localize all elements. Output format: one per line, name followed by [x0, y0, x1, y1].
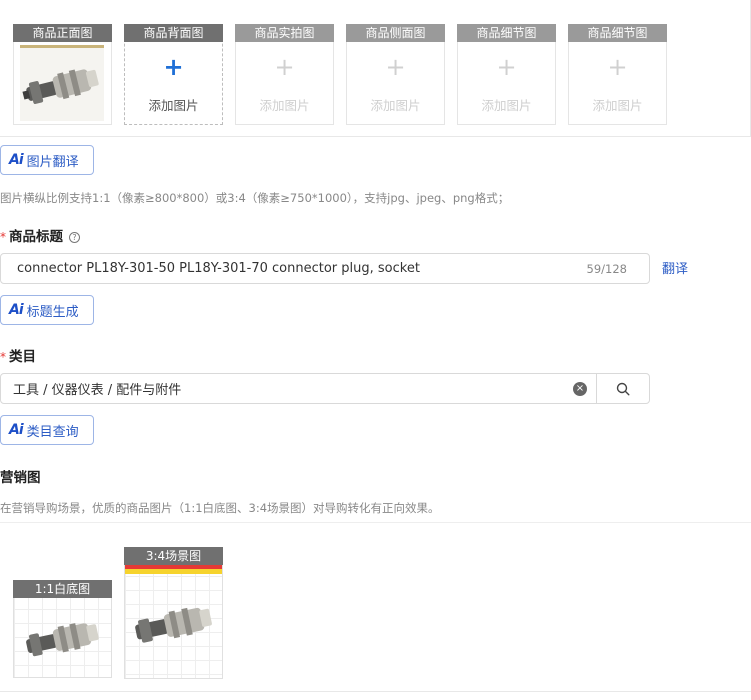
- category-label-text: 类目: [9, 349, 36, 365]
- title-input-value: connector PL18Y-301-50 PL18Y-301-70 conn…: [17, 261, 420, 276]
- ai-category-query-button[interactable]: Ai 类目查询: [0, 415, 94, 445]
- translate-link[interactable]: 翻译: [662, 258, 688, 277]
- slot-label: 商品细节图: [457, 24, 556, 42]
- help-icon[interactable]: ?: [69, 232, 80, 243]
- search-icon: [616, 382, 630, 396]
- add-image-text: 添加图片: [148, 98, 199, 113]
- add-image-text: 添加图片: [481, 98, 532, 113]
- marketing-slot-scene[interactable]: 3:4场景图: [124, 547, 223, 679]
- ai-title-generate-button[interactable]: Ai 标题生成: [0, 295, 94, 325]
- slot-label: 商品正面图: [13, 24, 112, 42]
- slot-label: 商品侧面图: [346, 24, 445, 42]
- category-field-label: * 类目: [0, 345, 36, 365]
- slot-label: 商品细节图: [568, 24, 667, 42]
- plus-icon: +: [274, 53, 295, 81]
- title-field-label: * 商品标题?: [0, 225, 80, 245]
- image-slot-side: 商品侧面图 + 添加图片: [346, 24, 445, 125]
- ai-category-query-label: 类目查询: [26, 424, 79, 440]
- marketing-image-panel: 1:1白底图 3:4场景图: [0, 522, 751, 692]
- image-slot-back[interactable]: 商品背面图 + 添加图片: [124, 24, 223, 125]
- category-input[interactable]: 工具 / 仪器仪表 / 配件与附件 ×: [0, 373, 597, 404]
- ai-icon: Ai: [9, 422, 24, 438]
- ai-icon: Ai: [9, 302, 24, 318]
- ai-image-translate-button[interactable]: Ai 图片翻译: [0, 145, 94, 175]
- ai-image-translate-label: 图片翻译: [26, 154, 79, 170]
- image-slot-real: 商品实拍图 + 添加图片: [235, 24, 334, 125]
- clear-icon[interactable]: ×: [573, 382, 587, 396]
- scene-header-banner: [125, 565, 222, 574]
- category-input-value: 工具 / 仪器仪表 / 配件与附件: [13, 383, 182, 398]
- white-bg-product-image: [26, 623, 99, 657]
- marketing-field-label: 营销图: [0, 470, 41, 486]
- title-label-text: 商品标题: [9, 229, 63, 245]
- title-input[interactable]: connector PL18Y-301-50 PL18Y-301-70 conn…: [0, 253, 650, 284]
- plus-icon: +: [607, 53, 628, 81]
- product-thumbnail-image: [20, 45, 104, 121]
- image-slot-front[interactable]: 商品正面图: [13, 24, 112, 125]
- image-slot-detail-1: 商品细节图 + 添加图片: [457, 24, 556, 125]
- add-image-text: 添加图片: [259, 98, 310, 113]
- ai-icon: Ai: [9, 152, 24, 168]
- slot-label: 1:1白底图: [13, 580, 112, 598]
- plus-icon: +: [163, 53, 184, 81]
- required-mark: *: [0, 350, 6, 364]
- slot-label: 商品背面图: [124, 24, 223, 42]
- marketing-slot-white-bg[interactable]: 1:1白底图: [13, 580, 112, 678]
- title-char-count: 59/128: [586, 262, 627, 276]
- ai-title-generate-label: 标题生成: [26, 304, 79, 320]
- required-mark: *: [0, 230, 6, 244]
- add-image-text: 添加图片: [370, 98, 421, 113]
- category-search-button[interactable]: [596, 373, 650, 404]
- add-image-text: 添加图片: [592, 98, 643, 113]
- plus-icon: +: [496, 53, 517, 81]
- product-image-panel: 商品正面图 商品背面图 + 添加图片 商品实拍图 + 添加图片 商品侧面图 +: [0, 0, 751, 137]
- image-format-hint: 图片横纵比例支持1:1（像素≥800*800）或3:4（像素≥750*1000）…: [0, 191, 510, 205]
- marketing-hint: 在营销导购场景，优质的商品图片（1:1白底图、3:4场景图）对导购转化有正向效果…: [0, 501, 440, 515]
- slot-label: 商品实拍图: [235, 24, 334, 42]
- slot-label: 3:4场景图: [124, 547, 223, 565]
- image-slot-detail-2: 商品细节图 + 添加图片: [568, 24, 667, 125]
- scene-product-image: [135, 607, 212, 643]
- plus-icon: +: [385, 53, 406, 81]
